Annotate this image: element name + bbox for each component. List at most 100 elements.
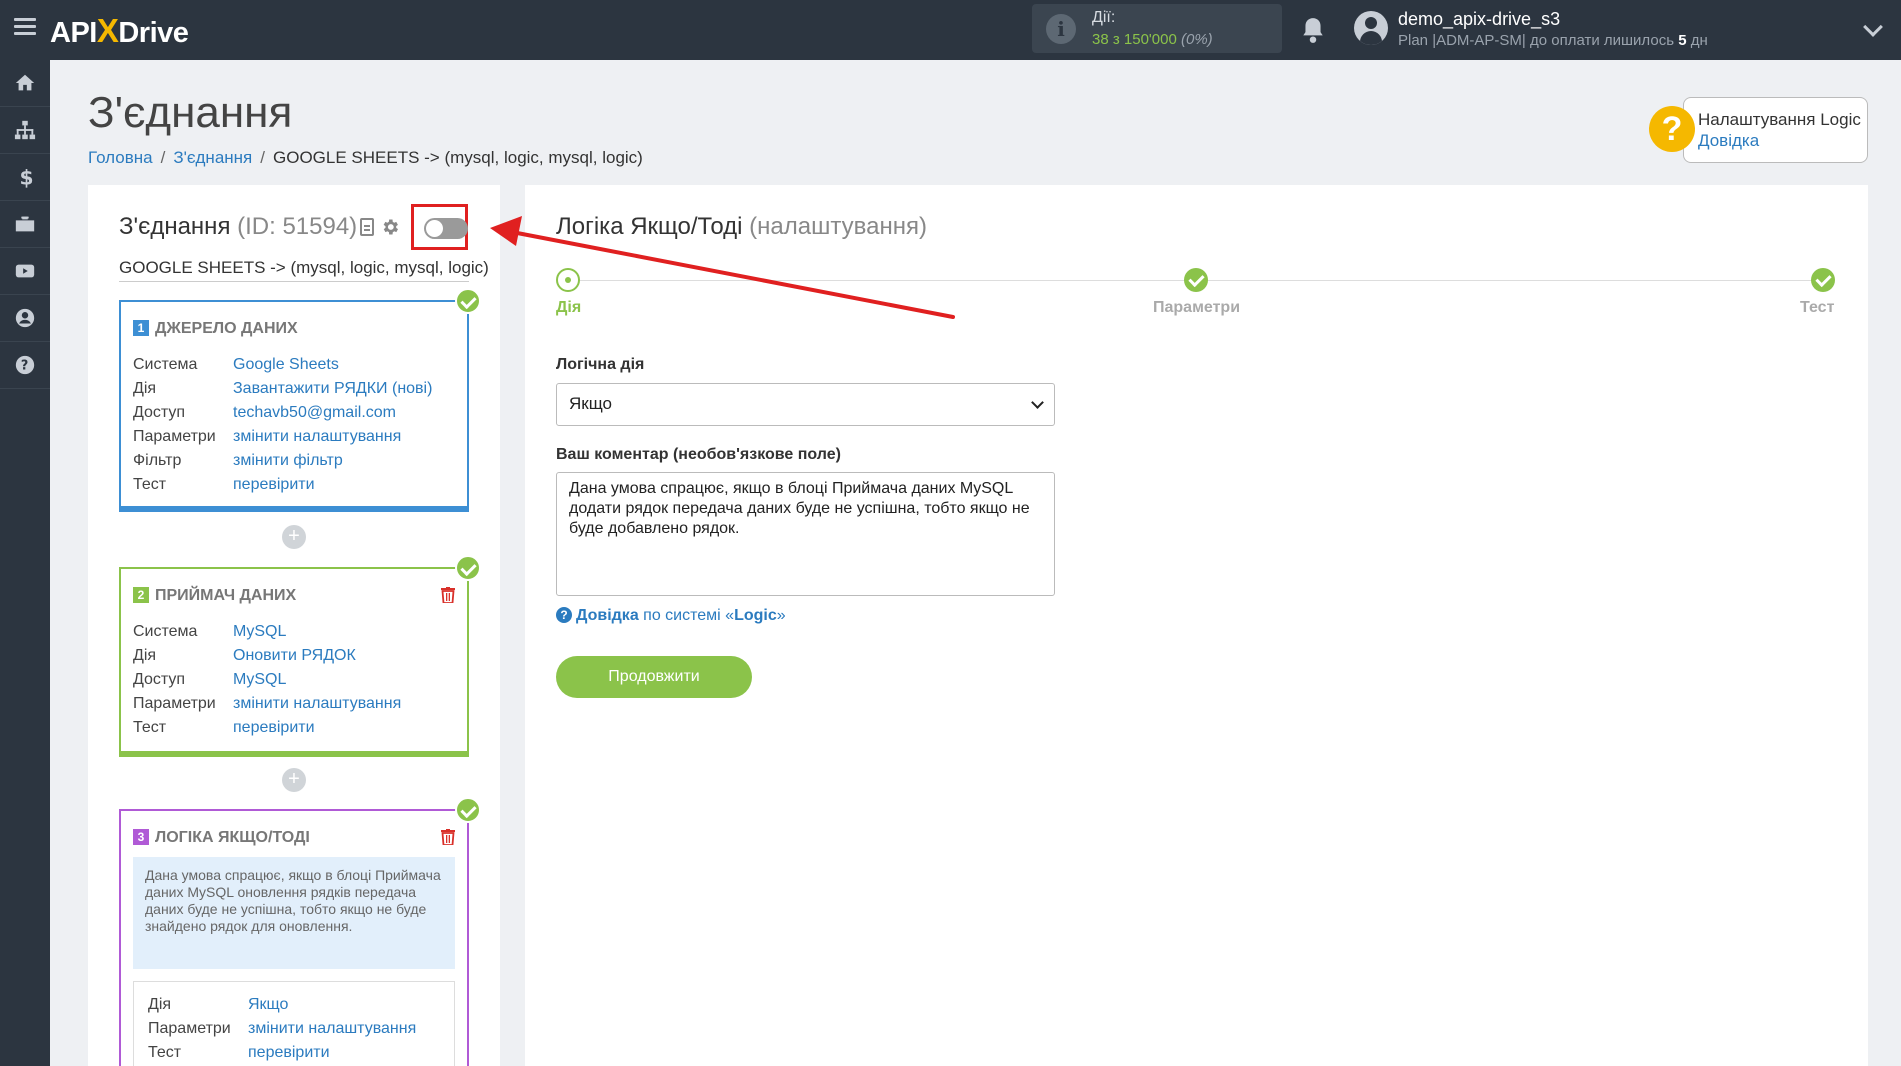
- briefcase-icon: [15, 216, 35, 232]
- sidebar-item-billing[interactable]: $: [0, 154, 50, 201]
- logic-note: Дана умова спрацює, якщо в блоці Приймач…: [133, 857, 455, 969]
- menu-icon[interactable]: [14, 18, 36, 36]
- svg-text:?: ?: [21, 359, 28, 374]
- sidebar-item-services[interactable]: [0, 201, 50, 248]
- row-value-link[interactable]: перевірити: [233, 476, 315, 493]
- row-value-link[interactable]: techavb50@gmail.com: [233, 404, 396, 421]
- actions-label: Дії:: [1092, 9, 1116, 26]
- row-value-link[interactable]: змінити налаштування: [233, 428, 401, 445]
- step-label[interactable]: Параметри: [1153, 299, 1240, 317]
- video-icon: [15, 264, 35, 278]
- block-row: Параметри змінити налаштування: [148, 1020, 417, 1037]
- chevron-down-icon[interactable]: [1863, 17, 1883, 37]
- logo[interactable]: APIXDrive: [50, 12, 189, 50]
- sidebar: $ ?: [0, 60, 50, 1066]
- help-title: Налаштування Logic: [1698, 110, 1861, 129]
- connection-toggle[interactable]: [424, 218, 468, 239]
- user-name[interactable]: demo_apix-drive_s3: [1398, 9, 1560, 30]
- check-icon: [455, 797, 481, 823]
- logic-block[interactable]: 3 ЛОГІКА ЯКЩО/ТОДІ Дана умова спрацює, як…: [119, 797, 481, 1066]
- row-value-link[interactable]: MySQL: [233, 623, 286, 640]
- dollar-icon: $: [20, 166, 34, 188]
- block-row: Дія Якщо: [148, 996, 289, 1013]
- block-row: Параметри змінити налаштування: [133, 428, 402, 445]
- block-row: Дія Завантажити РЯДКИ (нові): [133, 380, 433, 397]
- row-value-link[interactable]: змінити фільтр: [233, 452, 343, 469]
- toggle-highlight: [411, 204, 468, 250]
- row-value-link[interactable]: перевірити: [233, 719, 315, 736]
- help-link[interactable]: Довідка: [1698, 131, 1759, 151]
- source-block[interactable]: 1 ДЖЕРЕЛО ДАНИХ Система Google Sheets Дія З…: [119, 288, 481, 512]
- home-icon: [15, 74, 35, 91]
- gear-icon[interactable]: [380, 217, 400, 237]
- step-label[interactable]: Дія: [556, 299, 581, 317]
- add-block-button[interactable]: +: [282, 768, 306, 792]
- connection-panel: З'єднання (ID: 51594) GOOGLE SHEETS -> (…: [88, 185, 500, 1066]
- actions-value: 38 з 150'000 (0%): [1092, 31, 1213, 48]
- row-value-link[interactable]: Google Sheets: [233, 356, 339, 373]
- logic-settings-panel: Логіка Якщо/Тоді (налаштування) Дія Пара…: [525, 185, 1868, 1066]
- trash-icon[interactable]: [441, 829, 455, 845]
- step-label[interactable]: Тест: [1800, 299, 1834, 317]
- add-block-button[interactable]: +: [282, 525, 306, 549]
- user-plan: Plan |ADM-AP-SM| до оплати лишилось 5 дн: [1398, 32, 1708, 49]
- help-icon: ?: [15, 355, 35, 375]
- question-icon: ?: [1649, 106, 1695, 152]
- sidebar-item-help[interactable]: ?: [0, 342, 50, 389]
- top-bar: APIXDrive i Дії: 38 з 150'000 (0%) demo_…: [0, 0, 1901, 60]
- breadcrumb-connections[interactable]: З'єднання: [173, 148, 252, 167]
- connection-subtitle: GOOGLE SHEETS -> (mysql, logic, mysql, l…: [119, 258, 489, 277]
- row-value-link[interactable]: MySQL: [233, 671, 286, 688]
- comment-field[interactable]: Дана умова спрацює, якщо в блоці Приймач…: [556, 472, 1055, 596]
- actions-counter: i Дії: 38 з 150'000 (0%): [1032, 4, 1282, 53]
- row-value-link[interactable]: змінити налаштування: [233, 695, 401, 712]
- block-row: Дія Оновити РЯДОК: [133, 647, 356, 664]
- check-icon: [455, 555, 481, 581]
- svg-text:$: $: [20, 166, 34, 188]
- sidebar-item-connections[interactable]: [0, 107, 50, 154]
- bell-icon[interactable]: [1300, 16, 1326, 44]
- step-test[interactable]: [1811, 268, 1835, 292]
- row-value-link[interactable]: Якщо: [248, 996, 288, 1013]
- block-row: Фільтр змінити фільтр: [133, 452, 343, 469]
- block-row: Система MySQL: [133, 623, 287, 640]
- breadcrumb: Головна / З'єднання / GOOGLE SHEETS -> (mysq…: [88, 148, 643, 167]
- row-value-link[interactable]: перевірити: [248, 1044, 330, 1061]
- page-title: З'єднання: [88, 88, 293, 137]
- trash-icon[interactable]: [441, 587, 455, 603]
- divider: [119, 281, 469, 282]
- comment-label: Ваш коментар (необов'язкове поле): [556, 446, 841, 463]
- block-title: 2 ПРИЙМАЧ ДАНИХ: [133, 587, 296, 605]
- block-row: Система Google Sheets: [133, 356, 339, 373]
- system-help-link[interactable]: ? Довідка по системі «Logic»: [556, 607, 786, 625]
- step-parameters[interactable]: [1184, 268, 1208, 292]
- continue-button[interactable]: Продовжити: [556, 656, 752, 698]
- row-value-link[interactable]: змінити налаштування: [248, 1020, 416, 1037]
- sidebar-item-profile[interactable]: [0, 295, 50, 342]
- avatar[interactable]: [1354, 11, 1388, 45]
- action-select[interactable]: Якщо: [556, 383, 1055, 426]
- block-row: Доступ MySQL: [133, 671, 287, 688]
- block-row: Тест перевірити: [148, 1044, 330, 1061]
- breadcrumb-home[interactable]: Головна: [88, 148, 153, 167]
- document-icon[interactable]: [360, 218, 374, 236]
- row-value-link[interactable]: Оновити РЯДОК: [233, 647, 356, 664]
- block-row: Параметри змінити налаштування: [133, 695, 402, 712]
- block-row: Тест перевірити: [133, 476, 315, 493]
- row-value-link[interactable]: Завантажити РЯДКИ (нові): [233, 380, 432, 397]
- breadcrumb-current: GOOGLE SHEETS -> (mysql, logic, mysql, l…: [273, 148, 643, 167]
- connection-title: З'єднання (ID: 51594): [119, 213, 358, 240]
- receiver-block[interactable]: 2 ПРИЙМАЧ ДАНИХ Система MySQL Дія Оновити Р…: [119, 555, 481, 757]
- panel-title: Логіка Якщо/Тоді (налаштування): [556, 213, 927, 240]
- sidebar-item-video[interactable]: [0, 248, 50, 295]
- block-title: 1 ДЖЕРЕЛО ДАНИХ: [133, 320, 298, 338]
- check-icon: [455, 288, 481, 314]
- action-label: Логічна дія: [556, 356, 645, 373]
- sidebar-item-home[interactable]: [0, 60, 50, 107]
- help-badge[interactable]: ? Налаштування Logic Довідка: [1649, 97, 1868, 163]
- logic-details: Дія Якщо Параметри змінити налаштування Те…: [133, 981, 455, 1066]
- step-action[interactable]: [556, 268, 580, 292]
- block-row: Доступ techavb50@gmail.com: [133, 404, 396, 421]
- sitemap-icon: [14, 120, 36, 140]
- block-row: Тест перевірити: [133, 719, 315, 736]
